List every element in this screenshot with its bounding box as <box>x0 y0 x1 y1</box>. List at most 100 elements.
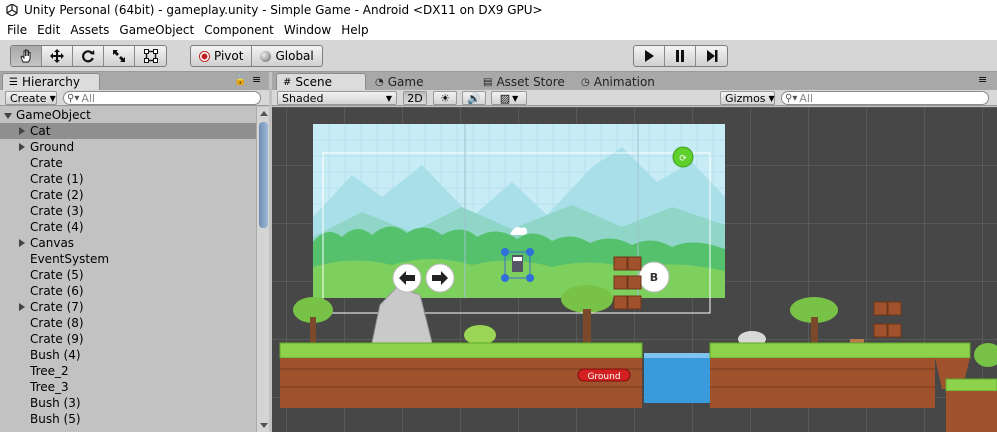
hierarchy-item[interactable]: Crate (2) <box>0 187 256 203</box>
tab-animation[interactable]: ◷ Animation <box>574 73 684 90</box>
main-toolbar: Pivot Global <box>0 40 997 72</box>
rect-tool-button[interactable] <box>135 46 166 66</box>
scale-tool-button[interactable] <box>104 46 135 66</box>
step-button[interactable] <box>696 46 727 66</box>
sun-icon: ☀ <box>440 91 450 105</box>
menu-bar: File Edit Assets GameObject Component Wi… <box>0 20 997 40</box>
tab-asset-store[interactable]: ▤ Asset Store <box>476 73 572 90</box>
hierarchy-item[interactable]: Crate (8) <box>0 315 256 331</box>
pause-icon <box>676 50 684 62</box>
hierarchy-item[interactable]: Crate <box>0 155 256 171</box>
panel-menu-icon[interactable]: ≡ <box>978 73 987 86</box>
tab-game[interactable]: ◔ Game <box>368 73 448 90</box>
global-label: Global <box>275 49 314 63</box>
hand-tool-button[interactable] <box>11 46 42 66</box>
hierarchy-item[interactable]: Crate (3) <box>0 203 256 219</box>
shading-mode-dropdown[interactable]: Shaded ▼ <box>277 91 397 105</box>
hierarchy-item[interactable]: Crate (9) <box>0 331 256 347</box>
tab-scene[interactable]: # Scene <box>276 73 366 90</box>
hierarchy-item[interactable]: Bush (4) <box>0 347 256 363</box>
tab-hierarchy[interactable]: ☰ Hierarchy <box>2 73 100 90</box>
rect-handle[interactable] <box>501 274 509 282</box>
expand-right-icon[interactable] <box>19 239 25 247</box>
hierarchy-item[interactable]: Crate (1) <box>0 171 256 187</box>
global-toggle-button[interactable]: Global <box>252 46 321 66</box>
scene-search-input[interactable]: ⚲▾ All <box>781 91 989 105</box>
hierarchy-scrollbar[interactable] <box>256 107 269 432</box>
menu-window[interactable]: Window <box>279 20 336 40</box>
pivot-icon <box>199 50 210 62</box>
scene-viewport[interactable]: B ⟳ Ground <box>272 107 997 432</box>
effects-dropdown[interactable]: ▨ ▼ <box>491 91 527 105</box>
crate-stack <box>613 256 642 310</box>
menu-gameobject[interactable]: GameObject <box>114 20 199 40</box>
water <box>644 353 710 403</box>
search-placeholder: All <box>81 91 95 105</box>
hierarchy-item[interactable]: Ground <box>0 139 256 155</box>
mode-2d-toggle[interactable]: 2D <box>403 91 427 105</box>
expand-down-icon[interactable] <box>4 113 12 119</box>
crate-stack-right <box>873 301 902 338</box>
clock-icon: ◷ <box>581 76 590 88</box>
hierarchy-item[interactable]: Bush (3) <box>0 395 256 411</box>
lock-icon[interactable]: 🔒 <box>234 75 246 86</box>
rect-tool-icon <box>143 49 158 63</box>
tree-trunk <box>811 317 818 343</box>
hierarchy-item[interactable]: Tree_2 <box>0 363 256 379</box>
pause-button[interactable] <box>665 46 696 66</box>
scene-canvas: B ⟳ Ground <box>279 124 997 432</box>
hierarchy-item[interactable]: Crate (5) <box>0 267 256 283</box>
ground-grass <box>279 342 643 359</box>
chevron-down-icon: ▼ <box>512 93 519 103</box>
tab-label: Asset Store <box>496 75 565 89</box>
hierarchy-item[interactable]: Crate (4) <box>0 219 256 235</box>
hierarchy-item-label: Ground <box>30 140 75 154</box>
menu-edit[interactable]: Edit <box>32 20 65 40</box>
move-tool-button[interactable] <box>42 46 73 66</box>
rect-handle[interactable] <box>526 248 534 256</box>
pivot-controls: Pivot Global <box>190 45 323 67</box>
rect-handle[interactable] <box>501 248 509 256</box>
hierarchy-tab-bar: ☰ Hierarchy 🔒 ≡ <box>0 72 269 90</box>
menu-help[interactable]: Help <box>336 20 373 40</box>
expand-right-icon[interactable] <box>19 143 25 151</box>
panel-menu-icon[interactable]: ≡ <box>252 73 261 86</box>
hierarchy-item[interactable]: Tree_3 <box>0 379 256 395</box>
create-dropdown[interactable]: Create ▼ <box>5 91 57 105</box>
floating-platform-dirt <box>946 391 997 432</box>
rotate-icon <box>82 50 95 63</box>
hierarchy-search-input[interactable]: ⚲▾ All <box>63 91 261 105</box>
scroll-down-icon[interactable] <box>260 423 268 428</box>
rotate-tool-button[interactable] <box>73 46 104 66</box>
rect-handle[interactable] <box>526 274 534 282</box>
hierarchy-item-label: Crate (5) <box>30 268 84 282</box>
hierarchy-item-label: Crate <box>30 156 63 170</box>
gizmos-dropdown[interactable]: Gizmos ▼ <box>720 91 775 105</box>
hierarchy-item[interactable]: Crate (6) <box>0 283 256 299</box>
audio-toggle[interactable]: 🔊 <box>462 91 486 105</box>
play-button[interactable] <box>634 46 665 66</box>
hierarchy-item[interactable]: Cat <box>0 123 256 139</box>
menu-component[interactable]: Component <box>199 20 279 40</box>
mode-2d-label: 2D <box>407 91 423 105</box>
hierarchy-item[interactable]: EventSystem <box>0 251 256 267</box>
scroll-up-icon[interactable] <box>260 111 268 116</box>
expand-right-icon[interactable] <box>19 303 25 311</box>
expand-right-icon[interactable] <box>19 127 25 135</box>
hierarchy-item-label: GameObject <box>16 108 91 122</box>
move-icon <box>50 49 64 63</box>
menu-file[interactable]: File <box>2 20 32 40</box>
tree-crown <box>974 343 997 367</box>
hierarchy-item[interactable]: Canvas <box>0 235 256 251</box>
hierarchy-item[interactable]: Crate (7) <box>0 299 256 315</box>
lighting-toggle[interactable]: ☀ <box>433 91 457 105</box>
menu-assets[interactable]: Assets <box>65 20 114 40</box>
grid-icon: # <box>283 76 292 88</box>
pivot-toggle-button[interactable]: Pivot <box>191 46 253 66</box>
hierarchy-item[interactable]: Bush (5) <box>0 411 256 427</box>
hierarchy-item[interactable]: GameObject <box>0 107 256 123</box>
shading-mode-label: Shaded <box>282 91 324 105</box>
store-icon: ▤ <box>483 76 493 88</box>
play-controls <box>633 45 728 67</box>
scroll-thumb[interactable] <box>259 122 268 228</box>
